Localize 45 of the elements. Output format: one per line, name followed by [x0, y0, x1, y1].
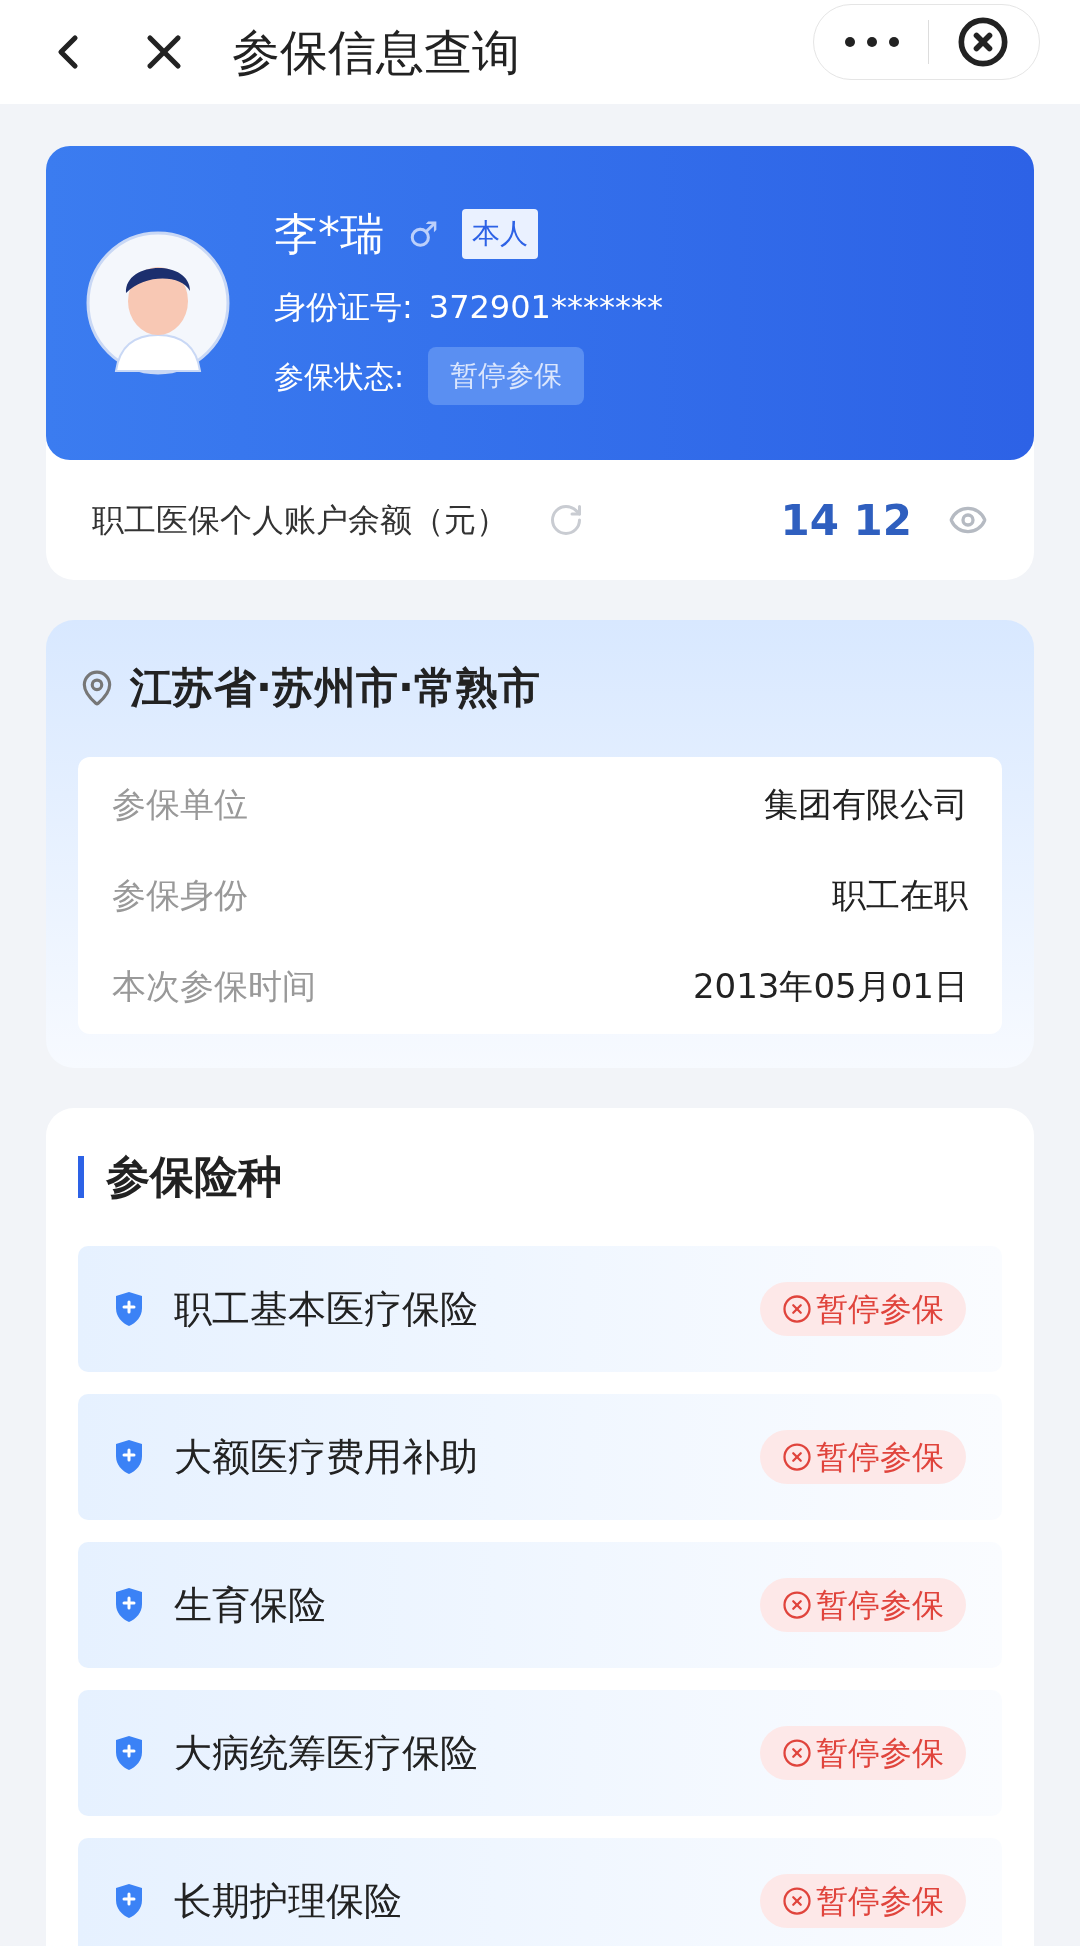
detail-label: 参保身份: [112, 874, 248, 917]
gender-symbol: ♂: [408, 212, 439, 256]
insurance-row[interactable]: 大额医疗费用补助 暂停参保: [78, 1394, 1002, 1520]
detail-value: 2013年05月01日: [692, 965, 968, 1008]
status-text: 暂停参保: [816, 1437, 944, 1478]
shield-icon: [114, 1291, 144, 1327]
insurance-name: 大额医疗费用补助: [174, 1433, 479, 1481]
location-title: 江苏省·苏州市·常熟市: [130, 662, 540, 714]
insurance-row[interactable]: 大病统筹医疗保险 暂停参保: [78, 1690, 1002, 1816]
cross-circle-icon: [782, 1294, 812, 1324]
status-text: 暂停参保: [816, 1289, 944, 1330]
shield-icon: [114, 1735, 144, 1771]
detail-value: 职工在职: [832, 874, 968, 917]
status-text: 暂停参保: [816, 1733, 944, 1774]
page-title: 参保信息查询: [232, 23, 521, 82]
cross-circle-icon: [782, 1442, 812, 1472]
insurance-row[interactable]: 职工基本医疗保险 暂停参保: [78, 1246, 1002, 1372]
more-icon[interactable]: [844, 36, 900, 48]
status-text: 暂停参保: [816, 1881, 944, 1922]
insurance-name: 职工基本医疗保险: [174, 1285, 479, 1333]
close-icon[interactable]: [957, 16, 1009, 68]
shield-icon: [114, 1439, 144, 1475]
person-name: 李*瑞: [274, 207, 384, 261]
status-text: 暂停参保: [816, 1585, 944, 1626]
insurance-name: 大病统筹医疗保险: [174, 1729, 479, 1777]
id-label: 身份证号:: [274, 287, 413, 328]
insurance-name: 长期护理保险: [174, 1877, 403, 1925]
status-tag: 暂停参保: [428, 347, 585, 405]
shield-icon: [114, 1587, 144, 1623]
cross-circle-icon: [782, 1738, 812, 1768]
balance-value: 14 12: [780, 494, 912, 547]
status-label: 参保状态:: [274, 357, 405, 396]
section-heading: 参保险种: [106, 1150, 282, 1204]
insurance-name: 生育保险: [174, 1581, 327, 1629]
relation-tag: 本人: [462, 209, 539, 259]
balance-label: 职工医保个人账户余额（元）: [92, 500, 508, 541]
insurance-row[interactable]: 生育保险 暂停参保: [78, 1542, 1002, 1668]
detail-value: 集团有限公司: [764, 783, 968, 826]
cross-circle-icon: [782, 1886, 812, 1916]
id-number: 372901*******: [428, 287, 663, 328]
cross-circle-icon: [782, 1590, 812, 1620]
shield-icon: [114, 1883, 144, 1919]
detail-label: 参保单位: [112, 783, 248, 826]
insurance-row[interactable]: 长期护理保险 暂停参保: [78, 1838, 1002, 1946]
detail-label: 本次参保时间: [112, 965, 316, 1008]
